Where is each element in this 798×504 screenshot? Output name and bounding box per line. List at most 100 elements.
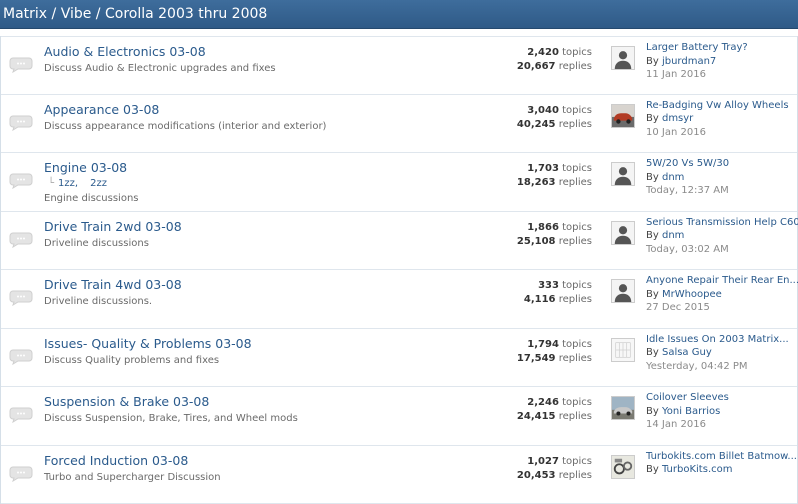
grid-avatar-icon[interactable]: [611, 338, 635, 362]
topics-label: topics: [562, 222, 592, 233]
forum-row: Drive Train 2wd 03-08 Driveline discussi…: [1, 212, 797, 271]
forum-title-link[interactable]: Forced Induction 03-08: [44, 453, 188, 468]
replies-count: 4,116: [524, 294, 556, 305]
forum-stats: 2,246 topics 24,415 replies: [517, 396, 592, 424]
last-post-user-link[interactable]: Yoni Barrios: [662, 406, 720, 417]
default-avatar-icon[interactable]: [611, 162, 635, 186]
last-post-title-link[interactable]: Re-Badging Vw Alloy Wheels: [646, 99, 789, 113]
last-post-date: Today, 12:37 AM: [646, 184, 729, 198]
forum-title-link[interactable]: Suspension & Brake 03-08: [44, 394, 209, 409]
last-post-title-link[interactable]: Idle Issues On 2003 Matrix...: [646, 333, 789, 347]
product-photo-avatar-icon[interactable]: [611, 455, 635, 479]
topics-label: topics: [562, 339, 592, 350]
forum-title-link[interactable]: Audio & Electronics 03-08: [44, 44, 206, 59]
category-title[interactable]: Matrix / Vibe / Corolla 2003 thru 2008: [3, 6, 267, 22]
last-post-user-link[interactable]: dnm: [662, 172, 684, 183]
topics-count: 2,420: [527, 47, 559, 58]
forum-description: Turbo and Supercharger Discussion: [44, 472, 221, 483]
forum-stats: 1,794 topics 17,549 replies: [517, 338, 592, 366]
last-post-title-link[interactable]: Serious Transmission Help C60: [646, 216, 798, 230]
topics-count: 3,040: [527, 105, 559, 116]
last-post: Coilover Sleeves By Yoni Barrios 14 Jan …: [646, 391, 729, 432]
last-post-by-label: By: [646, 230, 659, 241]
last-post-by-label: By: [646, 406, 659, 417]
forum-title-link[interactable]: Engine 03-08: [44, 160, 127, 175]
forum-description: Driveline discussions.: [44, 296, 152, 307]
forum-row: Drive Train 4wd 03-08 Driveline discussi…: [1, 270, 797, 329]
last-post-user-link[interactable]: dnm: [662, 230, 684, 241]
topics-label: topics: [562, 47, 592, 58]
car-photo-avatar-icon[interactable]: [611, 104, 635, 128]
last-post-user-link[interactable]: dmsyr: [662, 113, 693, 124]
forum-row: Suspension & Brake 03-08 Discuss Suspens…: [1, 387, 797, 446]
last-post: Anyone Repair Their Rear En... By MrWhoo…: [646, 274, 798, 315]
last-post-user-link[interactable]: jburdman7: [662, 56, 716, 67]
forum-stats: 1,027 topics 20,453 replies: [517, 455, 592, 483]
last-post-by-label: By: [646, 113, 659, 124]
forum-read-icon: [9, 173, 33, 189]
last-post-date: 27 Dec 2015: [646, 301, 798, 315]
last-post-title-link[interactable]: Larger Battery Tray?: [646, 41, 748, 55]
last-post-title-link[interactable]: Anyone Repair Their Rear En...: [646, 274, 798, 288]
topics-label: topics: [562, 163, 592, 174]
forum-stats: 1,703 topics 18,263 replies: [517, 162, 592, 190]
replies-label: replies: [559, 470, 592, 481]
topics-label: topics: [562, 397, 592, 408]
last-post-date: Yesterday, 04:42 PM: [646, 360, 789, 374]
subforum-elbow-icon: └: [48, 178, 54, 189]
last-post-user-link[interactable]: MrWhoopee: [662, 289, 722, 300]
default-avatar-icon[interactable]: [611, 46, 635, 70]
last-post: Re-Badging Vw Alloy Wheels By dmsyr 10 J…: [646, 99, 789, 140]
last-post: Larger Battery Tray? By jburdman7 11 Jan…: [646, 41, 748, 82]
last-post-user-link[interactable]: TurboKits.com: [662, 464, 733, 475]
subforum-list: └ 1zz, 2zz: [48, 178, 119, 189]
forum-title-link[interactable]: Drive Train 2wd 03-08: [44, 219, 182, 234]
subforum-link[interactable]: 2zz: [90, 178, 107, 189]
replies-count: 17,549: [517, 353, 556, 364]
forum-read-icon: [9, 407, 33, 423]
topics-count: 1,027: [527, 456, 559, 467]
replies-label: replies: [559, 61, 592, 72]
last-post-date: 10 Jan 2016: [646, 126, 789, 140]
replies-label: replies: [559, 236, 592, 247]
replies-count: 18,263: [517, 177, 556, 188]
forum-read-icon: [9, 349, 33, 365]
last-post-title-link[interactable]: Turbokits.com Billet Batmow...: [646, 450, 797, 464]
topics-count: 1,866: [527, 222, 559, 233]
last-post-by-label: By: [646, 347, 659, 358]
forum-description: Discuss Quality problems and fixes: [44, 355, 219, 366]
replies-label: replies: [559, 294, 592, 305]
topics-count: 1,703: [527, 163, 559, 174]
replies-count: 40,245: [517, 119, 556, 130]
forum-read-icon: [9, 290, 33, 306]
last-post-title-link[interactable]: Coilover Sleeves: [646, 391, 729, 405]
forum-description: Driveline discussions: [44, 238, 149, 249]
subforum-link[interactable]: 1zz,: [58, 178, 78, 189]
last-post-date: 11 Jan 2016: [646, 68, 748, 82]
last-post-by-label: By: [646, 172, 659, 183]
forum-title-link[interactable]: Drive Train 4wd 03-08: [44, 277, 182, 292]
replies-count: 20,667: [517, 61, 556, 72]
forum-title-link[interactable]: Appearance 03-08: [44, 102, 159, 117]
forum-description: Discuss appearance modifications (interi…: [44, 121, 326, 132]
forum-row: Issues- Quality & Problems 03-08 Discuss…: [1, 329, 797, 388]
last-post-date: 14 Jan 2016: [646, 418, 729, 432]
forum-list: Audio & Electronics 03-08 Discuss Audio …: [0, 36, 798, 504]
last-post-by-label: By: [646, 464, 659, 475]
last-post-title-link[interactable]: 5W/20 Vs 5W/30: [646, 157, 729, 171]
forum-read-icon: [9, 466, 33, 482]
replies-label: replies: [559, 411, 592, 422]
topics-count: 1,794: [527, 339, 559, 350]
forum-title-link[interactable]: Issues- Quality & Problems 03-08: [44, 336, 252, 351]
topics-label: topics: [562, 280, 592, 291]
replies-count: 20,453: [517, 470, 556, 481]
forum-read-icon: [9, 57, 33, 73]
forum-row: Appearance 03-08 Discuss appearance modi…: [1, 95, 797, 154]
topics-label: topics: [562, 105, 592, 116]
forum-description: Discuss Suspension, Brake, Tires, and Wh…: [44, 413, 298, 424]
last-post-user-link[interactable]: Salsa Guy: [662, 347, 712, 358]
default-avatar-icon[interactable]: [611, 221, 635, 245]
default-avatar-icon[interactable]: [611, 279, 635, 303]
car-photo-avatar-icon[interactable]: [611, 396, 635, 420]
forum-stats: 2,420 topics 20,667 replies: [517, 46, 592, 74]
